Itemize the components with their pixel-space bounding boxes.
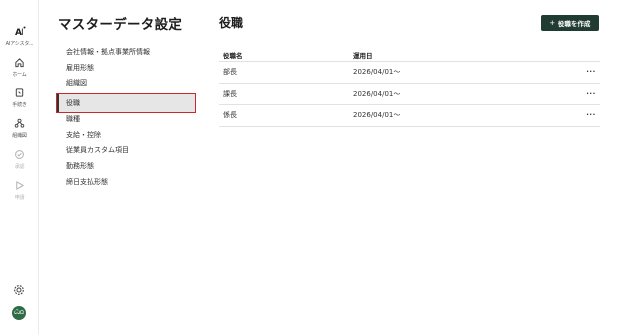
- create-position-label: 役職を作成: [557, 21, 591, 28]
- nav-procedures-label: 手続き: [12, 102, 27, 108]
- menu-item-org-chart[interactable]: 組織図: [57, 76, 195, 92]
- settings-menu: 会社情報・拠点事業所情報 雇用形態 組織図 役職 職種 支給・控除 従業員カスタ…: [56, 45, 196, 191]
- menu-item-employee-custom-fields[interactable]: 従業員カスタム項目: [57, 143, 195, 159]
- nav-approve-label: 承認: [14, 164, 25, 170]
- create-position-button[interactable]: + 役職を作成: [541, 15, 599, 31]
- nav-procedures[interactable]: 手続き: [0, 85, 39, 108]
- more-options-icon[interactable]: ···: [582, 111, 600, 119]
- cell-effective-date: 2026/04/01〜: [353, 68, 401, 77]
- page-title: 役職: [219, 16, 244, 30]
- org-chart-icon: [13, 116, 27, 130]
- table-row[interactable]: 課長 2026/04/01〜 ···: [219, 84, 600, 105]
- cell-effective-date: 2026/04/01〜: [353, 111, 401, 120]
- send-icon: [13, 178, 27, 192]
- menu-item-positions[interactable]: 役職: [56, 93, 196, 114]
- nav-org-chart-label: 組織図: [12, 133, 27, 139]
- table-row[interactable]: 部長 2026/04/01〜 ···: [219, 62, 600, 84]
- settings-gear-icon[interactable]: [12, 282, 26, 296]
- menu-item-work-patterns[interactable]: 勤務形態: [57, 159, 195, 175]
- approve-icon: [13, 147, 27, 161]
- nav-home-label: ホーム: [12, 72, 27, 78]
- user-avatar[interactable]: ѼΩ: [12, 306, 26, 320]
- positions-table: 役職名 運用日 部長 2026/04/01〜 ··· 課長 2026/04/01…: [219, 48, 600, 127]
- more-options-icon[interactable]: ···: [582, 68, 600, 76]
- left-nav-rail: AI AIアシスタ... ホーム 手続き 組織図 承認 申請 ѼΩ: [0, 0, 39, 334]
- more-options-icon[interactable]: ···: [582, 90, 600, 98]
- ai-icon: AI: [13, 24, 27, 38]
- cell-position-name: 係長: [223, 111, 237, 120]
- nav-apply[interactable]: 申請: [0, 178, 39, 201]
- home-icon: [13, 55, 27, 69]
- table-row[interactable]: 係長 2026/04/01〜 ···: [219, 105, 600, 127]
- settings-panel-title: マスターデータ設定: [58, 17, 183, 33]
- menu-item-job-types[interactable]: 職種: [57, 112, 195, 128]
- header-effective-date: 運用日: [353, 51, 373, 60]
- cell-effective-date: 2026/04/01〜: [353, 89, 401, 98]
- cell-position-name: 部長: [223, 68, 237, 77]
- header-position-name: 役職名: [223, 51, 243, 60]
- menu-item-payments-deductions[interactable]: 支給・控除: [57, 128, 195, 144]
- nav-ai-assistant[interactable]: AI AIアシスタ...: [0, 24, 39, 47]
- nav-org-chart[interactable]: 組織図: [0, 116, 39, 139]
- nav-approve[interactable]: 承認: [0, 147, 39, 170]
- nav-ai-assistant-label: AIアシスタ...: [5, 41, 34, 47]
- table-header: 役職名 運用日: [219, 48, 600, 62]
- nav-home[interactable]: ホーム: [0, 55, 39, 78]
- menu-item-closing-payment[interactable]: 締日支払形態: [57, 175, 195, 191]
- menu-item-company-info[interactable]: 会社情報・拠点事業所情報: [57, 45, 195, 61]
- plus-icon: +: [549, 17, 555, 28]
- procedure-icon: [13, 85, 27, 99]
- svg-text:I: I: [21, 28, 24, 36]
- menu-item-employment-type[interactable]: 雇用形態: [57, 61, 195, 77]
- cell-position-name: 課長: [223, 89, 237, 98]
- nav-apply-label: 申請: [14, 195, 25, 201]
